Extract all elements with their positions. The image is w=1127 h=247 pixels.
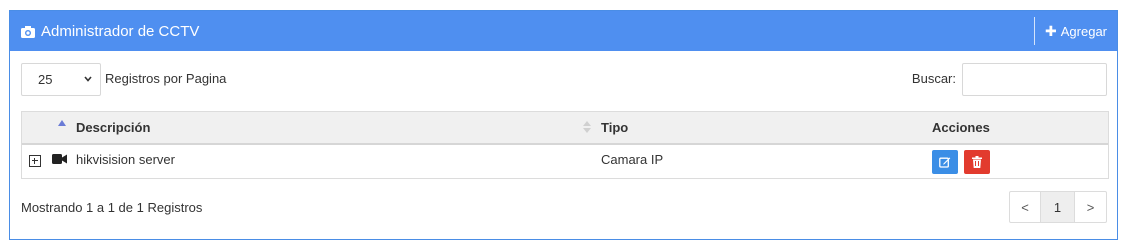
cctv-table: Descripción Tipo Acciones hikvisision se… [21, 111, 1109, 179]
table-header: Descripción Tipo Acciones [22, 112, 1108, 145]
page-size-value: 25 [38, 72, 53, 87]
row-description: hikvisision server [76, 152, 175, 167]
video-camera-icon [52, 154, 67, 164]
edit-button[interactable] [932, 150, 958, 174]
trash-icon [972, 156, 982, 168]
page-size-select[interactable]: 25 [21, 63, 101, 96]
column-header-tipo[interactable]: Tipo [601, 120, 628, 135]
table-toolbar: 25 Registros por Pagina Buscar: [21, 63, 1107, 97]
page-1-button[interactable]: 1 [1041, 192, 1075, 222]
column-header-descripcion[interactable]: Descripción [76, 120, 150, 135]
panel-title: Administrador de CCTV [21, 23, 199, 40]
row-type: Camara IP [601, 152, 664, 167]
column-header-acciones: Acciones [932, 120, 990, 135]
add-button-label: Agregar [1060, 23, 1107, 39]
pagination: < 1 > [1009, 191, 1107, 223]
page-title: Administrador de CCTV [41, 22, 200, 40]
sort-asc-icon[interactable] [58, 120, 66, 126]
next-page-button[interactable]: > [1075, 192, 1106, 222]
page-size-label: Registros por Pagina [105, 71, 227, 86]
search-label: Buscar: [911, 71, 956, 86]
cctv-panel: Administrador de CCTV ✚ Agregar 25 Regis… [9, 10, 1118, 240]
table-row: hikvisision server Camara IP [22, 145, 1108, 178]
search-input[interactable] [962, 63, 1107, 96]
edit-icon [939, 157, 951, 168]
camera-icon [21, 25, 35, 38]
sort-icon[interactable] [583, 120, 591, 134]
chevron-down-icon [84, 76, 92, 82]
delete-button[interactable] [964, 150, 990, 174]
plus-icon: ✚ [1045, 22, 1057, 39]
prev-page-button[interactable]: < [1010, 192, 1041, 222]
panel-header: Administrador de CCTV ✚ Agregar [10, 11, 1117, 51]
add-button[interactable]: ✚ Agregar [1034, 17, 1117, 45]
pagination-info: Mostrando 1 a 1 de 1 Registros [21, 200, 203, 215]
expand-row-icon[interactable] [29, 155, 41, 167]
